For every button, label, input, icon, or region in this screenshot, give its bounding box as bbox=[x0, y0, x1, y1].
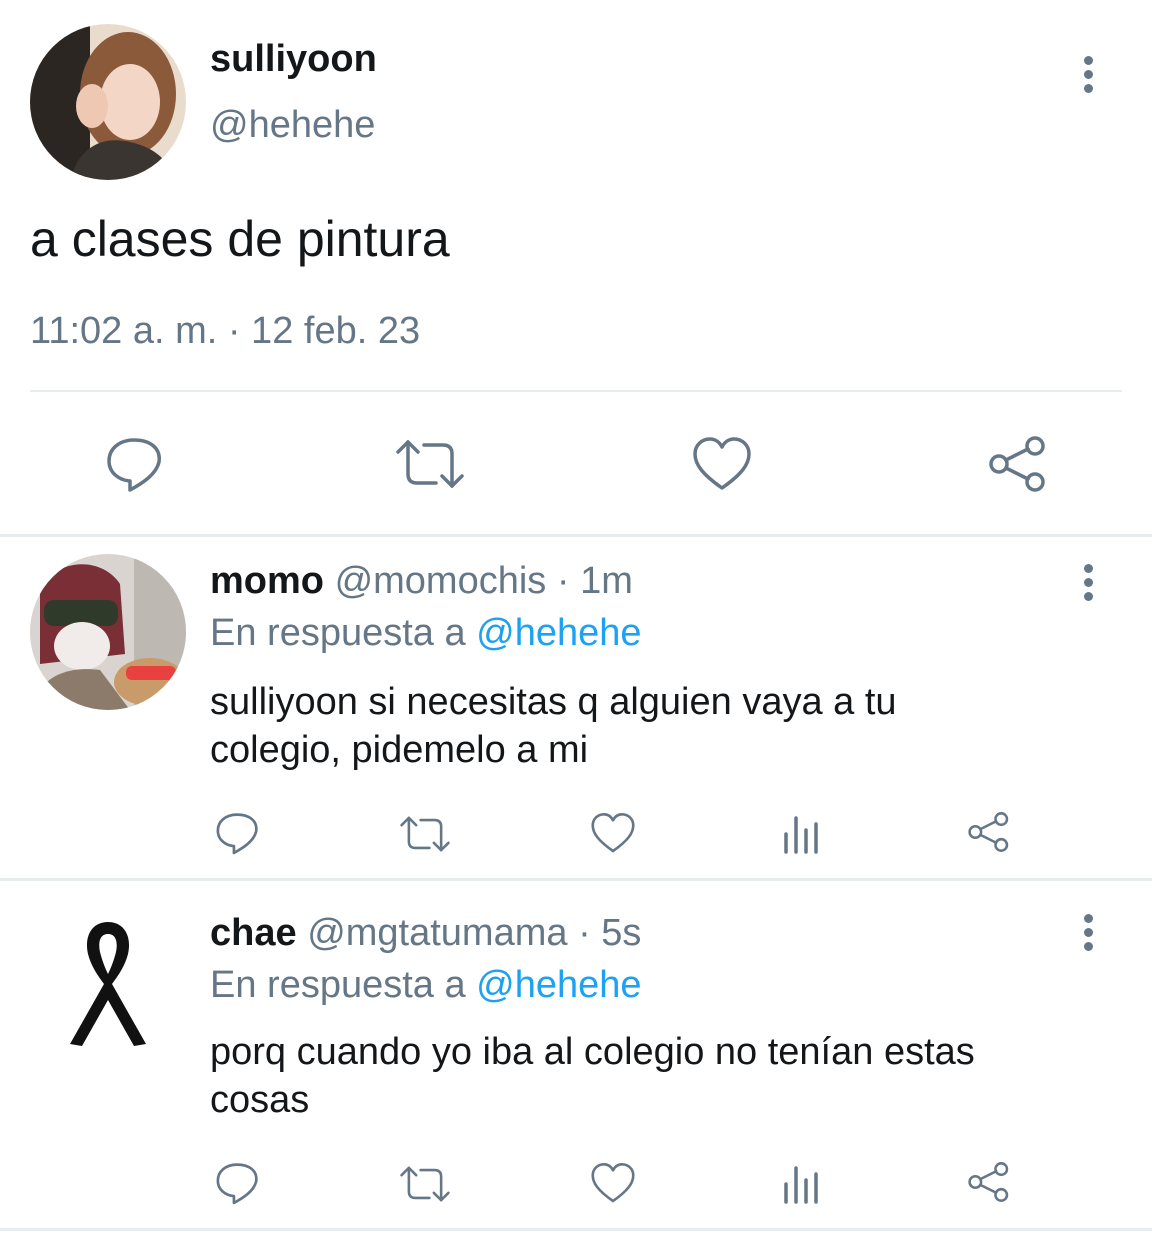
black-ribbon-icon bbox=[70, 922, 146, 1046]
avatar-chae[interactable] bbox=[30, 908, 186, 1064]
share-icon bbox=[968, 1162, 1009, 1202]
retweet-button[interactable] bbox=[394, 434, 466, 494]
like-icon bbox=[591, 812, 635, 853]
share-button[interactable] bbox=[966, 810, 1012, 854]
main-handle[interactable]: @hehehe bbox=[210, 104, 375, 147]
reply-icon bbox=[107, 438, 161, 492]
like-icon bbox=[591, 1162, 635, 1203]
retweet-icon bbox=[396, 440, 464, 488]
reply-icon bbox=[216, 1163, 258, 1205]
share-icon bbox=[968, 812, 1009, 852]
reply-context-label: En respuesta a bbox=[210, 964, 466, 1006]
like-button[interactable] bbox=[590, 812, 636, 854]
reply-button[interactable] bbox=[214, 1160, 260, 1206]
share-button[interactable] bbox=[986, 434, 1050, 494]
analytics-button[interactable] bbox=[780, 812, 824, 856]
reply-header: momo @momochis · 1m bbox=[210, 560, 633, 603]
share-button[interactable] bbox=[966, 1160, 1012, 1204]
reply-divider bbox=[0, 1228, 1152, 1231]
reply-time[interactable]: · 5s bbox=[578, 912, 641, 954]
reply-context: En respuesta a @hehehe bbox=[210, 964, 642, 1007]
reply-button[interactable] bbox=[214, 810, 260, 856]
like-button[interactable] bbox=[590, 1162, 636, 1204]
avatar-momo[interactable] bbox=[30, 554, 186, 710]
like-button[interactable] bbox=[692, 436, 752, 492]
reply-time[interactable]: · 1m bbox=[557, 560, 633, 602]
reply-button[interactable] bbox=[104, 434, 164, 494]
reply-context: En respuesta a @hehehe bbox=[210, 612, 642, 655]
retweet-icon bbox=[400, 1166, 450, 1202]
analytics-button[interactable] bbox=[780, 1162, 824, 1206]
reply-to-link[interactable]: @hehehe bbox=[476, 964, 641, 1006]
reply-display-name[interactable]: chae bbox=[210, 912, 297, 954]
retweet-icon bbox=[400, 816, 450, 852]
reply-header: chae @mgtatumama · 5s bbox=[210, 912, 641, 955]
tweet-divider bbox=[0, 534, 1152, 537]
retweet-button[interactable] bbox=[398, 812, 452, 856]
stats-divider bbox=[30, 390, 1122, 392]
main-timestamp[interactable]: 11:02 a. m. · 12 feb. 23 bbox=[30, 310, 420, 353]
reply-to-link[interactable]: @hehehe bbox=[476, 612, 641, 654]
more-options-icon[interactable] bbox=[1084, 914, 1096, 954]
main-display-name[interactable]: sulliyoon bbox=[210, 38, 377, 81]
reply-text-line: sulliyoon si necesitas q alguien vaya a … bbox=[210, 681, 897, 723]
reply-text-line: cosas bbox=[210, 1079, 310, 1121]
avatar-sulliyoon[interactable] bbox=[30, 24, 186, 180]
main-tweet-text: a clases de pintura bbox=[30, 211, 450, 267]
reply-text: sulliyoon si necesitas q alguien vaya a … bbox=[210, 678, 897, 774]
more-options-icon[interactable] bbox=[1084, 564, 1096, 604]
reply-context-label: En respuesta a bbox=[210, 612, 466, 654]
reply-divider bbox=[0, 878, 1152, 881]
reply-display-name[interactable]: momo bbox=[210, 560, 324, 602]
share-icon bbox=[989, 436, 1045, 492]
reply-handle[interactable]: @momochis bbox=[335, 560, 547, 602]
more-options-icon[interactable] bbox=[1084, 56, 1096, 96]
reply-text-line: colegio, pidemelo a mi bbox=[210, 729, 589, 771]
analytics-icon bbox=[784, 1166, 818, 1204]
analytics-icon bbox=[784, 816, 818, 854]
like-icon bbox=[693, 437, 751, 490]
reply-icon bbox=[216, 813, 258, 855]
reply-handle[interactable]: @mgtatumama bbox=[307, 912, 567, 954]
reply-text: porq cuando yo iba al colegio no tenían … bbox=[210, 1028, 975, 1124]
reply-text-line: porq cuando yo iba al colegio no tenían … bbox=[210, 1031, 975, 1073]
retweet-button[interactable] bbox=[398, 1162, 452, 1206]
